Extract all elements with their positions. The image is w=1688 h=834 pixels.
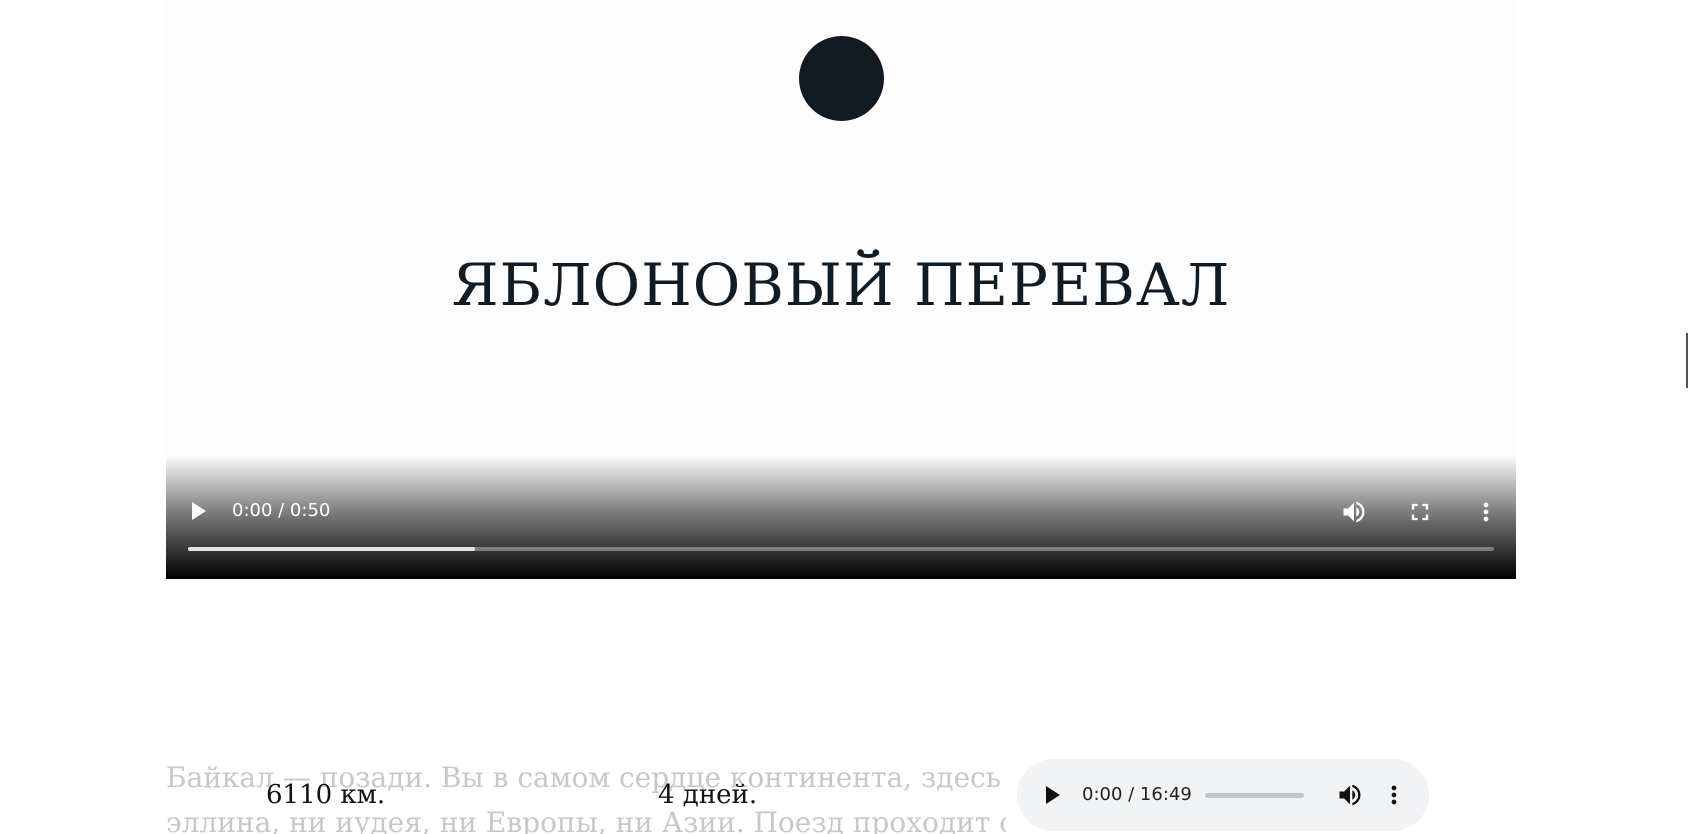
audio-time: 0:00 / 16:49 xyxy=(1082,784,1192,805)
video-controls: 0:00 / 0:50 xyxy=(166,455,1516,579)
page: ЯБЛОНОВЫЙ ПЕРЕВАЛ 0:00 / 0:50 Байкал — п… xyxy=(0,0,1688,834)
duration-stat: 4 дней. xyxy=(658,780,758,810)
distance-stat: 6110 км. xyxy=(266,780,386,810)
audio-progress-bar[interactable] xyxy=(1205,793,1304,798)
video-volume-icon[interactable] xyxy=(1340,498,1368,526)
audio-player[interactable]: 0:00 / 16:49 xyxy=(1017,759,1429,831)
hero-video[interactable]: ЯБЛОНОВЫЙ ПЕРЕВАЛ 0:00 / 0:50 xyxy=(166,0,1516,579)
video-time: 0:00 / 0:50 xyxy=(232,500,331,521)
video-progress-bar[interactable] xyxy=(188,547,1494,551)
video-more-options-icon[interactable] xyxy=(1472,498,1500,526)
video-progress-fill xyxy=(188,547,476,551)
video-play-icon[interactable] xyxy=(192,502,206,520)
audio-more-options-icon[interactable] xyxy=(1380,781,1408,809)
page-title: ЯБЛОНОВЫЙ ПЕРЕВАЛ xyxy=(451,251,1231,319)
fullscreen-icon[interactable] xyxy=(1406,498,1434,526)
audio-play-icon[interactable] xyxy=(1046,786,1060,804)
logo-circle xyxy=(799,36,884,121)
audio-volume-icon[interactable] xyxy=(1336,781,1364,809)
